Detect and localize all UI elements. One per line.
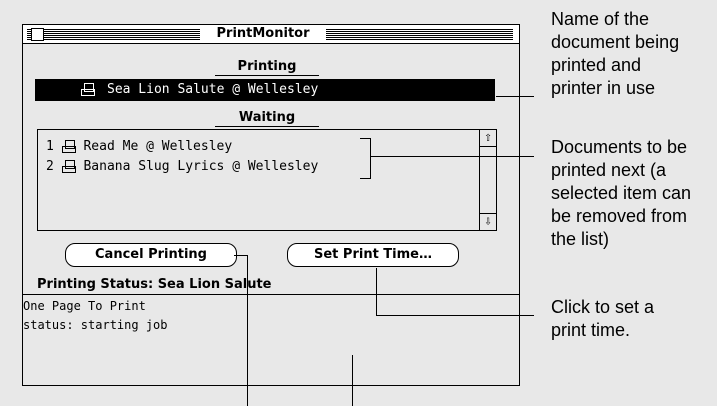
- close-box-icon[interactable]: [31, 28, 44, 41]
- waiting-item-label: Read Me @ Wellesley: [83, 139, 233, 154]
- annotation-set-time: Click to set a print time.: [551, 297, 655, 340]
- cancel-printing-button[interactable]: Cancel Printing: [65, 243, 237, 267]
- annotation-document-name: Name of the document being printed and p…: [551, 9, 680, 98]
- printer-document-icon: [81, 79, 95, 101]
- scroll-up-arrow-icon[interactable]: ⇧: [480, 130, 496, 147]
- window-title: PrintMonitor: [200, 26, 326, 42]
- waiting-list[interactable]: 1 Read Me @ Wellesley 2 Banana Slug Lyri…: [37, 129, 497, 231]
- printing-current-item[interactable]: Sea Lion Salute @ Wellesley: [35, 79, 495, 101]
- callout-line-printing: [496, 96, 534, 97]
- annotation-documents-next: Documents to be printed next (a selected…: [551, 137, 692, 249]
- status-divider: [23, 294, 519, 295]
- vertical-scrollbar[interactable]: ⇧ ⇩: [479, 130, 496, 230]
- waiting-item-number: 1: [46, 139, 54, 154]
- waiting-list-item[interactable]: 2 Banana Slug Lyrics @ Wellesley: [46, 159, 318, 175]
- scroll-down-arrow-icon[interactable]: ⇩: [480, 213, 496, 230]
- waiting-item-label: Banana Slug Lyrics @ Wellesley: [83, 159, 319, 174]
- title-bar[interactable]: PrintMonitor: [23, 25, 519, 44]
- status-text-line: status: starting job: [23, 318, 168, 332]
- status-text-line: One Page To Print: [23, 299, 146, 313]
- printing-item-label: Sea Lion Salute @ Wellesley: [107, 82, 319, 97]
- printing-heading: Printing: [215, 59, 319, 76]
- set-print-time-button[interactable]: Set Print Time…: [287, 243, 459, 267]
- callout-line-set-time: [376, 315, 534, 316]
- waiting-item-number: 2: [46, 159, 54, 174]
- callout-line-status: [352, 355, 353, 406]
- callout-line-waiting: [371, 156, 534, 157]
- printing-status-heading: Printing Status: Sea Lion Salute: [37, 277, 272, 292]
- waiting-heading: Waiting: [215, 110, 319, 127]
- printmonitor-window: PrintMonitor Printing Sea Lion Salute @ …: [22, 24, 520, 386]
- callout-line-cancel-horizontal: [234, 255, 247, 256]
- callout-line-cancel: [247, 255, 248, 406]
- callout-bracket-waiting: [360, 138, 371, 179]
- waiting-list-item[interactable]: 1 Read Me @ Wellesley: [46, 139, 232, 155]
- printer-document-icon: [61, 160, 76, 173]
- printer-document-icon: [61, 140, 76, 153]
- callout-line-set-time-vertical: [376, 268, 377, 315]
